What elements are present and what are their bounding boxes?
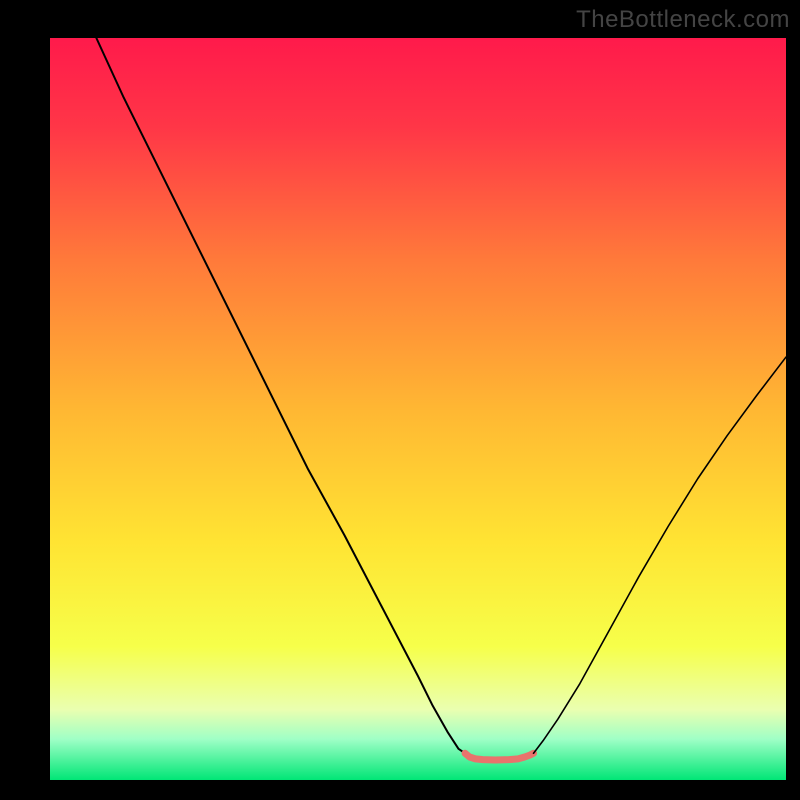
watermark-text: TheBottleneck.com — [576, 6, 790, 34]
frame-bar-left — [0, 0, 50, 800]
frame-bar-right — [786, 0, 800, 800]
plot-background — [50, 38, 786, 780]
bottleneck-chart — [0, 0, 800, 800]
chart-frame: TheBottleneck.com — [0, 0, 800, 800]
frame-bar-bottom — [0, 780, 800, 800]
